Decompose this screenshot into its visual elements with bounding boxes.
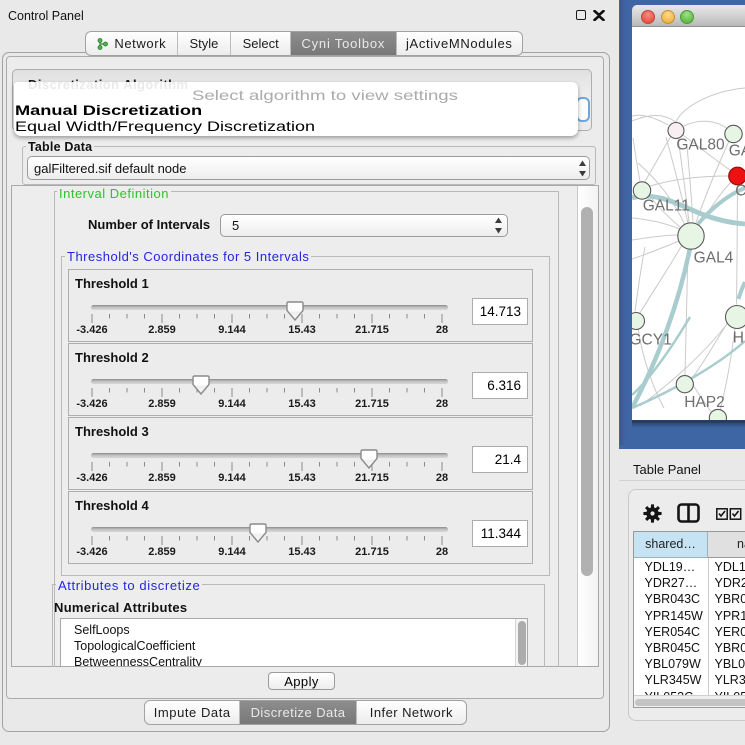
svg-text:GCY1: GCY1 [632, 332, 672, 349]
svg-text:GA: GA [729, 143, 745, 160]
svg-text:GAL4: GAL4 [694, 250, 734, 267]
svg-text:HAP2: HAP2 [684, 394, 725, 411]
svg-text:HI: HI [733, 330, 745, 347]
svg-text:CY: CY [735, 183, 745, 200]
svg-text:GAL11: GAL11 [643, 198, 690, 215]
svg-text:GAL80: GAL80 [676, 137, 725, 154]
